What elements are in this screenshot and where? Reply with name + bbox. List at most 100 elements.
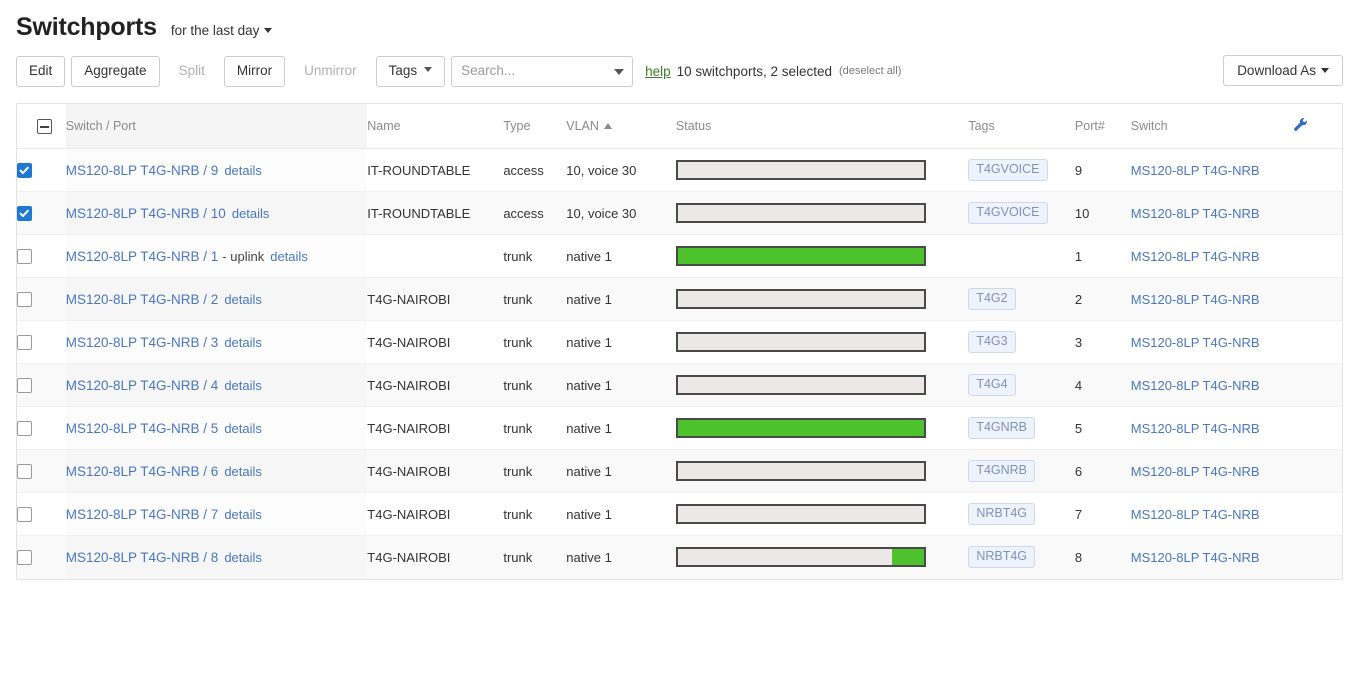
tag-pill[interactable]: T4GNRB (968, 460, 1036, 482)
details-link[interactable]: details (224, 335, 262, 350)
tag-pill[interactable]: T4G4 (968, 374, 1016, 396)
search-input[interactable] (451, 55, 634, 87)
details-link[interactable]: details (224, 292, 262, 307)
switch-link[interactable]: MS120-8LP T4G-NRB (1131, 163, 1260, 178)
row-checkbox[interactable] (17, 335, 32, 351)
cell-type: trunk (503, 549, 533, 565)
cell-switch: MS120-8LP T4G-NRB (1130, 406, 1294, 450)
mirror-button[interactable]: Mirror (223, 55, 286, 87)
aggregate-button[interactable]: Aggregate (71, 55, 160, 87)
cell-port-number: 2 (1074, 277, 1131, 321)
status-usage-bar (675, 418, 926, 438)
tag-pill[interactable]: T4GNRB (968, 417, 1036, 439)
timespan-selector[interactable]: for the last day (171, 21, 273, 41)
switchports-page: Switchports for the last day Edit Aggreg… (0, 0, 1359, 678)
details-link[interactable]: details (224, 378, 262, 393)
row-checkbox[interactable] (17, 206, 32, 222)
switch-link[interactable]: MS120-8LP T4G-NRB (1131, 421, 1260, 436)
port-link[interactable]: MS120-8LP T4G-NRB / 5 (66, 421, 219, 436)
port-link[interactable]: MS120-8LP T4G-NRB / 10 (66, 206, 226, 221)
details-link[interactable]: details (224, 550, 262, 565)
deselect-all-link[interactable]: (deselect all) (839, 65, 901, 77)
cell-status (675, 234, 969, 278)
tag-pill[interactable]: NRBT4G (968, 546, 1036, 569)
row-select-cell (17, 191, 66, 235)
cell-tags: T4GNRB (968, 449, 1075, 493)
header-port-number[interactable]: Port# (1074, 104, 1131, 149)
details-link[interactable]: details (224, 163, 262, 178)
row-checkbox[interactable] (17, 464, 32, 480)
port-link[interactable]: MS120-8LP T4G-NRB / 7 (66, 507, 219, 522)
header-name[interactable]: Name (367, 104, 504, 149)
cell-port-number: 6 (1074, 449, 1131, 493)
details-link[interactable]: details (224, 507, 262, 522)
port-link[interactable]: MS120-8LP T4G-NRB / 9 (66, 163, 219, 178)
row-checkbox[interactable] (17, 421, 32, 437)
tag-pill[interactable]: T4GVOICE (968, 202, 1048, 224)
switch-link[interactable]: MS120-8LP T4G-NRB (1131, 206, 1260, 221)
status-usage-bar (675, 246, 926, 266)
select-all-checkbox[interactable] (37, 118, 52, 134)
header-switch[interactable]: Switch (1130, 104, 1294, 149)
header-switch-port[interactable]: Switch / Port (65, 104, 368, 149)
switch-link[interactable]: MS120-8LP T4G-NRB (1131, 292, 1260, 307)
tag-pill[interactable]: NRBT4G (968, 503, 1036, 525)
row-checkbox[interactable] (17, 507, 32, 523)
tag-pill[interactable]: T4G2 (968, 288, 1016, 310)
port-link[interactable]: MS120-8LP T4G-NRB / 8 (66, 550, 219, 565)
table-row: MS120-8LP T4G-NRB / 1- uplink details trun… (17, 234, 1342, 278)
cell-switch-port: MS120-8LP T4G-NRB / 7 details (65, 492, 368, 536)
cell-switch: MS120-8LP T4G-NRB (1130, 492, 1294, 536)
cell-switch-port: MS120-8LP T4G-NRB / 6 details (65, 449, 368, 493)
cell-name: IT-ROUNDTABLE (367, 191, 504, 235)
wrench-icon[interactable] (1293, 117, 1308, 132)
cell-name (367, 234, 504, 278)
switch-link[interactable]: MS120-8LP T4G-NRB (1131, 550, 1260, 565)
row-select-cell (17, 234, 66, 278)
header-type[interactable]: Type (503, 104, 567, 149)
download-as-button[interactable]: Download As (1223, 55, 1343, 86)
port-link[interactable]: MS120-8LP T4G-NRB / 6 (66, 464, 219, 479)
cell-spacer (1293, 320, 1342, 364)
switch-link[interactable]: MS120-8LP T4G-NRB (1131, 464, 1260, 479)
help-link[interactable]: help (645, 64, 671, 79)
tag-pill[interactable]: T4G3 (968, 331, 1016, 353)
toolbar: Edit Aggregate Split Mirror Unmirror Tag… (0, 50, 1359, 92)
switch-link[interactable]: MS120-8LP T4G-NRB (1131, 378, 1260, 393)
header-row: Switch / Port Name Type VLAN Status Tags… (17, 104, 1342, 149)
row-select-cell (17, 536, 66, 579)
switch-link[interactable]: MS120-8LP T4G-NRB (1131, 335, 1260, 350)
port-link[interactable]: MS120-8LP T4G-NRB / 3 (66, 335, 219, 350)
header-settings[interactable] (1293, 104, 1342, 149)
row-checkbox[interactable] (17, 163, 32, 179)
row-checkbox[interactable] (17, 378, 32, 394)
page-title: Switchports (16, 13, 157, 41)
details-link[interactable]: details (232, 206, 270, 221)
row-checkbox[interactable] (17, 550, 32, 566)
tags-dropdown-button[interactable]: Tags (375, 55, 446, 87)
edit-button[interactable]: Edit (16, 55, 66, 87)
table-row: MS120-8LP T4G-NRB / 6 details T4G-NAIROBI t… (17, 449, 1342, 493)
table-row: MS120-8LP T4G-NRB / 5 details T4G-NAIROBI t… (17, 406, 1342, 450)
row-checkbox[interactable] (17, 249, 32, 265)
cell-spacer (1293, 449, 1342, 493)
header-tags[interactable]: Tags (968, 104, 1075, 149)
port-link[interactable]: MS120-8LP T4G-NRB / 4 (66, 378, 219, 393)
port-link[interactable]: MS120-8LP T4G-NRB / 2 (66, 292, 219, 307)
tag-pill[interactable]: T4GVOICE (968, 159, 1048, 181)
switch-link[interactable]: MS120-8LP T4G-NRB (1131, 507, 1260, 522)
details-link[interactable]: details (224, 464, 262, 479)
split-button: Split (166, 56, 218, 87)
port-link[interactable]: MS120-8LP T4G-NRB / 1 (66, 249, 219, 264)
cell-vlan: native 1 (566, 277, 676, 321)
header-vlan[interactable]: VLAN (566, 104, 676, 149)
cell-switch-port: MS120-8LP T4G-NRB / 4 details (65, 363, 368, 407)
details-link[interactable]: details (270, 249, 308, 264)
cell-status (675, 191, 969, 235)
row-checkbox[interactable] (17, 292, 32, 308)
cell-spacer (1293, 406, 1342, 450)
header-status[interactable]: Status (675, 104, 969, 149)
switch-link[interactable]: MS120-8LP T4G-NRB (1131, 249, 1260, 264)
chevron-down-icon (264, 27, 273, 33)
details-link[interactable]: details (224, 421, 262, 436)
